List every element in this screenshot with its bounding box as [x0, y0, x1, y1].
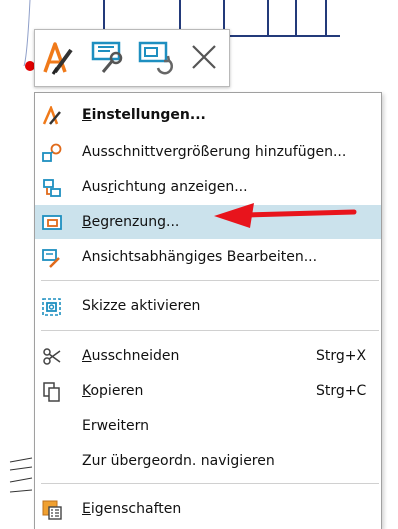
menu-item-label: Begrenzung...	[82, 214, 180, 230]
menu-item-ansichtsabhaengiges-bearbeiten[interactable]: Ansichtsabhängiges Bearbeiten...	[35, 240, 381, 274]
edit-settings-button[interactable]	[39, 38, 77, 76]
view-refresh-button[interactable]	[137, 38, 175, 76]
menu-item-label: Ausschnittvergrößerung hinzufügen...	[82, 144, 347, 160]
menu-separator	[41, 280, 379, 281]
menu-item-label: Einstellungen...	[82, 107, 206, 123]
menu-item-label: Skizze aktivieren	[82, 298, 201, 314]
shortcut-label: Strg+X	[316, 348, 367, 364]
properties-icon	[42, 500, 62, 520]
menu-item-eigenschaften[interactable]: Eigenschaften	[35, 492, 381, 526]
view-refresh-icon	[138, 41, 173, 75]
menu-item-label: Ausrichtung anzeigen...	[82, 179, 248, 195]
pencil-brush-icon	[42, 106, 61, 125]
menu-item-zur-uebergeordn-navigieren[interactable]: Zur übergeordn. navigieren	[35, 444, 381, 478]
shortcut-label: Strg+C	[316, 383, 367, 399]
close-button[interactable]	[185, 38, 223, 76]
edge-lines	[9, 457, 33, 493]
boundary-icon	[42, 215, 62, 230]
copy-icon	[43, 382, 60, 402]
menu-item-label: Kopieren	[82, 383, 144, 399]
edit-settings-icon	[43, 42, 73, 75]
menu-item-label: Erweitern	[82, 418, 150, 434]
menu-item-ausschnittvergroesserung[interactable]: Ausschnittvergrößerung hinzufügen...	[35, 135, 381, 169]
annotation-arrow	[214, 203, 357, 228]
menu-item-label: Eigenschaften	[82, 501, 182, 517]
menu-separator	[41, 330, 379, 331]
menu-item-label: Zur übergeordn. navigieren	[82, 453, 275, 469]
view-dependent-edit-icon	[42, 249, 60, 268]
mini-toolbar	[34, 29, 230, 87]
close-icon	[192, 45, 216, 69]
menu-item-skizze-aktivieren[interactable]: Skizze aktivieren	[35, 289, 381, 323]
menu-item-erweitern[interactable]: Erweitern	[35, 409, 381, 443]
detail-view-icon	[42, 143, 62, 162]
sketch-icon	[42, 298, 61, 316]
wrench-view-icon	[91, 41, 123, 73]
menu-item-einstellungen[interactable]: Einstellungen...	[35, 98, 381, 132]
menu-separator	[41, 483, 379, 484]
menu-item-ausrichtung-anzeigen[interactable]: Ausrichtung anzeigen...	[35, 170, 381, 204]
menu-item-label: Ansichtsabhängiges Bearbeiten...	[82, 249, 318, 265]
orientation-icon	[43, 179, 61, 197]
menu-item-label: Ausschneiden	[82, 348, 180, 364]
menu-item-ausschneiden[interactable]: Ausschneiden Strg+X	[35, 339, 381, 373]
context-menu: Einstellungen... Ausschnittvergrößerung …	[34, 92, 382, 529]
wrench-view-button[interactable]	[89, 38, 127, 76]
scissors-icon	[43, 348, 61, 365]
menu-item-kopieren[interactable]: Kopieren Strg+C	[35, 374, 381, 408]
